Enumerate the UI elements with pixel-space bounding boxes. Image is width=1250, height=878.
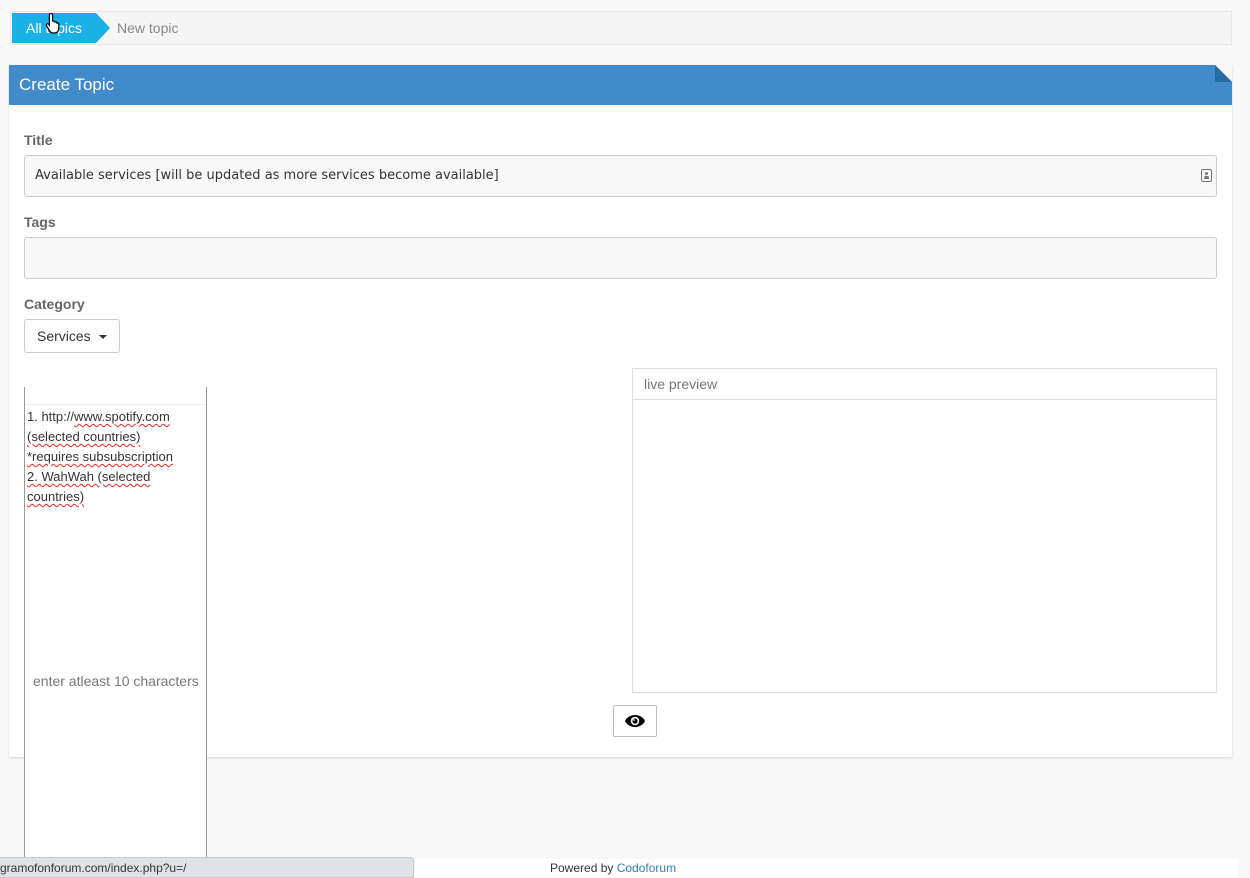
editor-line: countries) bbox=[27, 489, 85, 504]
hand-cursor-icon bbox=[45, 12, 60, 34]
editor-textarea[interactable]: 1. http://www.spotify.com (selected coun… bbox=[25, 405, 206, 509]
breadcrumb-current: New topic bbox=[117, 20, 179, 36]
live-preview-label: live preview bbox=[633, 369, 1216, 400]
title-label: Title bbox=[24, 132, 53, 148]
caret-down-icon bbox=[98, 335, 107, 340]
codoforum-link[interactable]: Codoforum bbox=[617, 861, 676, 875]
status-url: gramofonforum.com/index.php?u=/ bbox=[0, 861, 187, 875]
editor-line: 2. WahWah (selected bbox=[27, 469, 151, 484]
eye-icon bbox=[625, 715, 645, 727]
breadcrumb: All topics New topic bbox=[10, 11, 1232, 45]
powered-by-text: Powered by bbox=[550, 861, 614, 875]
editor-line: 1. http://www.spotify.com bbox=[27, 409, 170, 424]
footer-powered-by: Powered by Codoforum bbox=[550, 861, 676, 875]
editor-line: *requires subsubscription bbox=[27, 449, 173, 464]
browser-status-bar: gramofonforum.com/index.php?u=/ bbox=[0, 857, 414, 878]
title-input[interactable]: Available services [will be updated as m… bbox=[24, 155, 1217, 197]
category-dropdown[interactable]: Services bbox=[24, 319, 120, 353]
toggle-preview-button[interactable] bbox=[613, 705, 657, 737]
editor-hint: enter atleast 10 characters bbox=[33, 673, 199, 689]
category-label: Category bbox=[24, 296, 85, 312]
tags-label: Tags bbox=[24, 214, 56, 230]
editor-line-link: www.spotify.com bbox=[73, 409, 170, 424]
footer-bar bbox=[415, 859, 1238, 878]
tags-input[interactable] bbox=[24, 237, 1217, 279]
live-preview-pane: live preview bbox=[632, 368, 1217, 693]
editor-line: (selected countries) bbox=[27, 429, 141, 444]
page: All topics New topic Create Topic Title … bbox=[0, 0, 1250, 878]
title-input-value: Available services [will be updated as m… bbox=[35, 168, 499, 183]
message-editor[interactable]: 1. http://www.spotify.com (selected coun… bbox=[24, 387, 207, 878]
corner-fold-icon bbox=[1215, 65, 1232, 82]
editor-toolbar bbox=[25, 387, 206, 405]
panel-title: Create Topic bbox=[19, 75, 115, 94]
panel-header: Create Topic bbox=[9, 65, 1232, 105]
category-selected: Services bbox=[37, 328, 91, 344]
contact-card-icon[interactable] bbox=[1201, 169, 1212, 182]
